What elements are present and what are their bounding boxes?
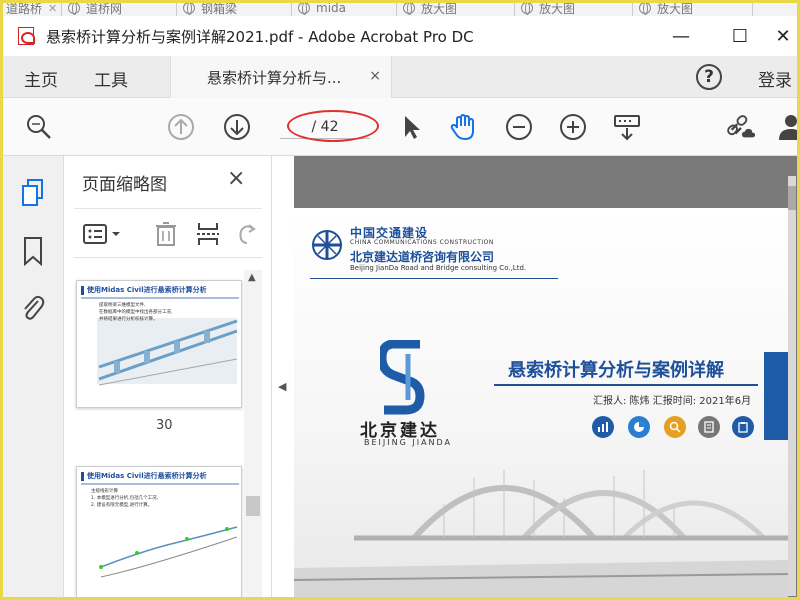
browser-tab-label: 道路桥 [6,1,43,16]
browser-tab-label: 钢箱梁 [201,1,238,16]
document-scrollbar[interactable] [788,176,796,596]
insert-page-icon[interactable] [194,221,222,247]
browser-tab[interactable]: 放大图 [633,0,753,16]
share-link-icon[interactable] [726,112,756,142]
menu-home[interactable]: 主页 [24,66,58,91]
globe-icon [183,2,195,15]
browser-tab-label: 放大图 [421,1,458,16]
scrollbar-thumb[interactable] [788,186,796,210]
page-thumbnail[interactable]: 使用Midas Civil进行悬索桥计算分析 主缆线形计算 1. 本模型进行分析… [76,466,242,600]
menu-bar: 主页 工具 悬索桥计算分析与... × ? 登录 [0,56,800,98]
browser-tab-strip: 道路桥 ✕ 道桥网 钢箱梁 mida 放大图 放大图 放大图 [0,0,800,16]
window-close-button[interactable]: ✕ [760,16,800,56]
thumb-line: 主缆线形计算 [91,489,118,494]
thumb-heading: 使用Midas Civil进行悬索桥计算分析 [87,472,207,480]
browser-tab[interactable]: 钢箱梁 [177,0,292,16]
login-button[interactable]: 登录 [758,66,792,91]
document-tab[interactable]: 悬索桥计算分析与... × [170,56,392,98]
panel-title: 页面缩略图 [82,175,167,195]
page-number-input[interactable]: / 42 [280,115,370,139]
options-menu-icon[interactable] [82,221,122,247]
thumb-heading: 使用Midas Civil进行悬索桥计算分析 [87,286,207,294]
pdf-page: 中国交通建设 CHINA COMMUNICATIONS CONSTRUCTION… [294,208,788,600]
browser-tab-label: 放大图 [539,1,576,16]
subsidiary-name-cn: 北京建达道桥咨询有限公司 [350,250,495,264]
panel-close-icon[interactable]: × [227,166,245,191]
hand-tool-icon[interactable] [448,112,478,142]
page-count: / 42 [311,118,339,135]
globe-icon [639,2,651,15]
bar-chart-icon [592,416,614,438]
thumbnail-scrollbar[interactable]: ▲ [244,270,262,600]
document-icon [698,416,720,438]
thumb-page-number: 30 [156,418,173,433]
thumb-line: 提取桥梁三维模型文件, [99,303,146,308]
document-tab-close-icon[interactable]: × [369,68,381,84]
prev-page-icon[interactable] [166,112,196,142]
browser-tab-label: mida [316,1,346,15]
zoom-out-icon[interactable] [504,112,534,142]
browser-tab-label: 道桥网 [86,1,123,16]
rotate-icon[interactable] [234,221,258,247]
menu-tools[interactable]: 工具 [94,66,128,91]
browser-tab[interactable]: 放大图 [515,0,633,16]
next-page-icon[interactable] [222,112,252,142]
close-icon[interactable]: ✕ [48,2,57,15]
collapse-panel-icon[interactable]: ◀ [278,380,286,393]
trash-icon[interactable] [152,221,180,247]
clipboard-icon [732,416,754,438]
main-toolbar: / 42 [0,98,800,156]
browser-tab[interactable]: 道桥网 [62,0,177,16]
brand-logo [377,339,428,418]
acrobat-pdf-icon [18,27,35,45]
page-thumbnail[interactable]: 使用Midas Civil进行悬索桥计算分析 提取桥梁三维模型文件, 在数据库中… [76,280,242,408]
accent-block [764,352,788,440]
thumb-line: 并将结果进行分析校核计算。 [99,317,158,322]
select-cursor-icon[interactable] [396,112,426,142]
brand-name-en: BEIJING JIANDA [364,438,453,447]
globe-icon [403,2,415,15]
page-thumbnails-icon[interactable] [18,178,48,208]
reporter-info: 汇报人: 陈炜 汇报时间: 2021年6月 [593,396,752,407]
thumbnail-panel: 页面缩略图 × 使用Midas Civil进行悬索桥计算分析 提取桥梁三维模型文… [64,156,272,600]
scrollbar-thumb[interactable] [246,496,260,516]
document-title: 悬索桥计算分析与案例详解 [508,360,724,381]
user-icon[interactable] [776,112,800,142]
thumb-line: 2. 建设有限元模型,进行计算。 [91,503,153,508]
scroll-up-icon[interactable]: ▲ [248,272,256,283]
subsidiary-name-en: Beijing JianDa Road and Bridge consultin… [350,264,527,272]
thumbnail-tools [74,208,262,258]
browser-tab-label: 放大图 [657,1,694,16]
pie-chart-icon [628,416,650,438]
attachment-icon[interactable] [18,292,48,322]
company-name-en: CHINA COMMUNICATIONS CONSTRUCTION [350,239,494,246]
zoom-in-icon[interactable] [558,112,588,142]
thumb-line: 1. 本模型进行分析,包括几个工况, [91,496,159,501]
browser-tab[interactable]: 放大图 [397,0,515,16]
maximize-button[interactable]: ☐ [717,16,763,56]
title-bar: 悬索桥计算分析与案例详解2021.pdf - Adobe Acrobat Pro… [0,16,800,56]
globe-icon [298,2,310,15]
title-underline [494,384,758,386]
document-view[interactable]: 中国交通建设 CHINA COMMUNICATIONS CONSTRUCTION… [294,156,800,600]
browser-tab[interactable]: 道路桥 ✕ [0,0,62,16]
navigation-rail [0,156,64,600]
header-divider [310,278,558,279]
browser-tab[interactable]: mida [292,0,397,16]
bookmark-icon[interactable] [18,236,48,266]
keyboard-scroll-icon[interactable] [612,112,642,142]
magnifier-icon [664,416,686,438]
zoom-search-icon[interactable] [24,112,54,142]
company-logo [310,228,344,262]
minimize-button[interactable]: — [658,16,704,56]
window-title: 悬索桥计算分析与案例详解2021.pdf - Adobe Acrobat Pro… [46,27,474,46]
help-icon[interactable]: ? [696,64,722,90]
globe-icon [521,2,533,15]
document-tab-label: 悬索桥计算分析与... [207,68,342,87]
globe-icon [68,2,80,15]
thumb-line: 在数据库中的模型中找出各部分工况, [99,310,173,315]
